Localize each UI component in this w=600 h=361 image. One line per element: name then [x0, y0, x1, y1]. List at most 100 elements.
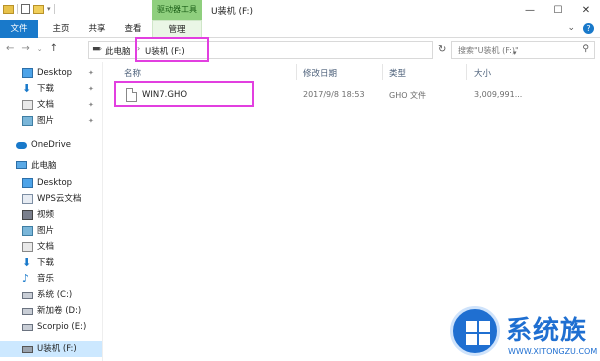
folder-icon — [3, 4, 14, 14]
expand-ribbon-icon[interactable]: ⌄ — [567, 23, 575, 34]
separator — [17, 4, 18, 14]
help-icon[interactable]: ? — [583, 23, 594, 34]
sidebar-item-label: Desktop — [37, 178, 73, 188]
refresh-icon[interactable]: ↻ — [438, 44, 446, 55]
sidebar-item-videos[interactable]: 视频 — [0, 207, 102, 223]
watermark: 系统族 WWW.XITONGZU.COM — [446, 302, 600, 361]
sidebar-item-onedrive[interactable]: OneDrive — [0, 137, 102, 153]
chevron-down-icon[interactable]: ⌄ — [37, 45, 43, 54]
file-size: 3,009,991... — [474, 90, 523, 99]
picture-icon — [22, 116, 33, 126]
sidebar-item-label: 图片 — [37, 226, 55, 236]
sidebar-item-this-pc[interactable]: 此电脑 — [0, 158, 102, 174]
tab-manage[interactable]: 管理 — [152, 20, 202, 38]
music-icon: ♪ — [22, 272, 30, 285]
sidebar-item-label: 视频 — [37, 210, 55, 220]
sidebar-item-wps-cloud[interactable]: WPS云文档 — [0, 191, 102, 207]
download-icon: ⬇ — [22, 82, 32, 95]
tab-file[interactable]: 文件 — [0, 20, 38, 38]
sidebar-item-documents-quick[interactable]: 文档 ✦ — [0, 97, 102, 113]
windows-logo-icon — [450, 306, 500, 356]
watermark-text: 系统族 — [506, 316, 588, 346]
sidebar-item-label: 系统 (C:) — [37, 290, 73, 300]
search-placeholder: 搜索"U装机 (F:)" — [458, 46, 519, 55]
sidebar-item-pictures[interactable]: 图片 — [0, 223, 102, 239]
sidebar-item-pictures-quick[interactable]: 图片 ✦ — [0, 113, 102, 129]
pin-icon[interactable]: ✦ — [88, 97, 94, 113]
sidebar-item-documents[interactable]: 文档 — [0, 239, 102, 255]
windows-flag-icon — [466, 321, 490, 345]
sidebar-item-downloads[interactable]: ⬇ 下载 — [0, 255, 102, 271]
separator — [53, 4, 55, 14]
sidebar-item-label: WPS云文档 — [37, 194, 82, 204]
close-button[interactable]: ✕ — [572, 0, 600, 20]
quick-access-toolbar: ▾ — [3, 4, 55, 14]
sidebar-item-label: 文档 — [37, 100, 55, 110]
download-icon: ⬇ — [22, 256, 32, 269]
breadcrumb-separator: › — [99, 44, 103, 53]
properties-icon[interactable] — [21, 4, 30, 14]
tab-share[interactable]: 共享 — [80, 20, 114, 38]
navigation-buttons: ← → ⌄ ↑ — [6, 43, 58, 54]
column-divider[interactable] — [466, 64, 467, 80]
video-icon — [22, 210, 33, 220]
column-divider[interactable] — [382, 64, 383, 80]
sidebar-item-drive-f[interactable]: U装机 (F:) — [0, 341, 102, 357]
forward-arrow-icon[interactable]: → — [21, 43, 29, 54]
file-modified: 2017/9/8 18:53 — [303, 90, 365, 99]
maximize-button[interactable]: ☐ — [544, 0, 572, 20]
window-controls: — ☐ ✕ — [516, 0, 600, 20]
sidebar-item-label: 下载 — [37, 258, 55, 268]
window-title: U装机 (F:) — [211, 7, 253, 17]
drive-icon — [22, 292, 33, 299]
sidebar-item-music[interactable]: ♪ 音乐 — [0, 271, 102, 287]
sidebar-item-label: 下载 — [37, 84, 55, 94]
minimize-button[interactable]: — — [516, 0, 544, 20]
pin-icon[interactable]: ✦ — [88, 113, 94, 129]
new-folder-icon[interactable] — [33, 4, 44, 14]
column-divider[interactable] — [296, 64, 297, 80]
sidebar-item-desktop[interactable]: Desktop — [0, 175, 102, 191]
document-icon — [22, 100, 33, 110]
ribbon-tabs: 文件 主页 共享 查看 管理 ⌄ ? — [0, 20, 600, 38]
navigation-pane: Desktop ✦ ⬇ 下载 ✦ 文档 ✦ 图片 ✦ OneDrive 此电脑 … — [0, 62, 103, 361]
computer-icon — [16, 161, 27, 169]
picture-icon — [22, 226, 33, 236]
desktop-icon — [22, 178, 33, 188]
document-icon — [22, 242, 33, 252]
pin-icon[interactable]: ✦ — [88, 81, 94, 97]
sidebar-item-downloads-quick[interactable]: ⬇ 下载 ✦ — [0, 81, 102, 97]
sidebar-item-drive-d[interactable]: 新加卷 (D:) — [0, 303, 102, 319]
watermark-url: WWW.XITONGZU.COM — [508, 347, 598, 356]
sidebar-item-drive-c[interactable]: 系统 (C:) — [0, 287, 102, 303]
up-arrow-icon[interactable]: ↑ — [50, 43, 58, 54]
tab-home[interactable]: 主页 — [44, 20, 78, 38]
drive-tools-header: 驱动器工具 — [152, 0, 202, 20]
search-icon: ⚲ — [582, 44, 589, 54]
sidebar-item-label: 图片 — [37, 116, 55, 126]
sidebar-item-label: U装机 (F:) — [37, 344, 77, 354]
address-row: ← → ⌄ ↑ ▬ › 此电脑 › U装机 (F:) ▾ ↻ 搜索"U装机 (F… — [0, 38, 600, 62]
search-input[interactable]: 搜索"U装机 (F:)" ⚲ — [451, 41, 595, 59]
cloud-icon — [16, 142, 27, 149]
breadcrumb-this-pc[interactable]: 此电脑 — [105, 45, 131, 57]
column-header-size[interactable]: 大小 — [474, 67, 491, 79]
ribbon-right: ⌄ ? — [567, 23, 594, 34]
column-header-type[interactable]: 类型 — [389, 67, 406, 79]
column-header-name[interactable]: 名称 — [124, 67, 141, 79]
drive-icon — [22, 308, 33, 315]
sidebar-item-label: OneDrive — [31, 140, 71, 150]
dropdown-icon[interactable]: ▾ — [47, 5, 51, 13]
sidebar-item-drive-e[interactable]: Scorpio (E:) — [0, 319, 102, 335]
pin-icon[interactable]: ✦ — [88, 65, 94, 81]
tab-view[interactable]: 查看 — [116, 20, 150, 38]
sidebar-item-label: Desktop — [37, 68, 73, 78]
address-highlight-box — [135, 37, 209, 62]
sidebar-item-label: 此电脑 — [31, 161, 57, 171]
column-header-modified[interactable]: 修改日期 — [303, 67, 337, 79]
title-bar: ▾ 驱动器工具 U装机 (F:) — ☐ ✕ — [0, 0, 600, 20]
back-arrow-icon[interactable]: ← — [6, 43, 14, 54]
file-highlight-box — [114, 81, 254, 107]
sidebar-item-label: 新加卷 (D:) — [37, 306, 82, 316]
sidebar-item-desktop-quick[interactable]: Desktop ✦ — [0, 65, 102, 81]
